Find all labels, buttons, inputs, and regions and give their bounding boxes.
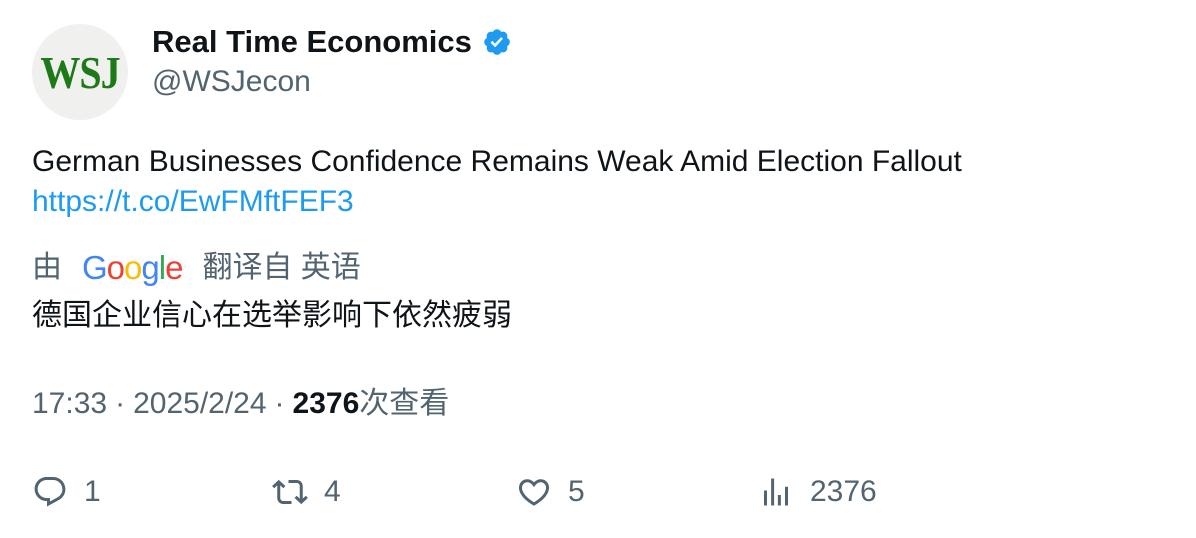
views-button[interactable]: 2376 <box>758 472 877 512</box>
retweet-button[interactable]: 4 <box>272 472 341 512</box>
google-logo-icon: Google <box>82 249 183 286</box>
translation-attribution: 由 Google 翻译自 英语 <box>32 248 361 288</box>
like-button[interactable]: 5 <box>516 472 585 512</box>
translation-prefix: 由 <box>32 251 62 284</box>
translation-suffix: 翻译自 英语 <box>202 251 361 284</box>
verified-badge-icon[interactable] <box>482 27 512 57</box>
views-label: 次查看 <box>359 387 450 420</box>
tweet-body: German Businesses Confidence Remains Wea… <box>32 142 1172 222</box>
meta-separator: · <box>274 387 285 420</box>
meta-separator: · <box>115 387 126 420</box>
tweet-link[interactable]: https://t.co/EwFMftFEF3 <box>32 182 1172 222</box>
avatar-logo-text: WSJ <box>40 46 120 98</box>
analytics-icon <box>764 478 788 506</box>
tweet-meta: 17:33 · 2025/2/24 · 2376 次查看 <box>32 384 449 424</box>
views-action-count: 2376 <box>810 475 877 508</box>
avatar[interactable]: WSJ <box>32 24 128 120</box>
author-name-row: Real Time Economics <box>152 22 512 62</box>
like-count: 5 <box>568 475 585 508</box>
display-name[interactable]: Real Time Economics <box>152 22 472 62</box>
translated-text: 德国企业信心在选举影响下依然疲弱 <box>32 299 512 332</box>
tweet-time[interactable]: 17:33 <box>32 384 107 424</box>
reply-count: 1 <box>84 475 101 508</box>
heart-icon <box>518 479 550 506</box>
tweet-date[interactable]: 2025/2/24 <box>133 384 266 424</box>
retweet-count: 4 <box>324 475 341 508</box>
tweet-text: German Businesses Confidence Remains Wea… <box>32 145 962 178</box>
user-handle[interactable]: @WSJecon <box>152 62 311 102</box>
views-count: 2376 <box>292 387 360 420</box>
retweet-icon <box>272 479 308 505</box>
action-bar: 1 4 5 2376 <box>32 472 1172 512</box>
reply-button[interactable]: 1 <box>32 472 101 512</box>
reply-icon <box>34 477 66 507</box>
